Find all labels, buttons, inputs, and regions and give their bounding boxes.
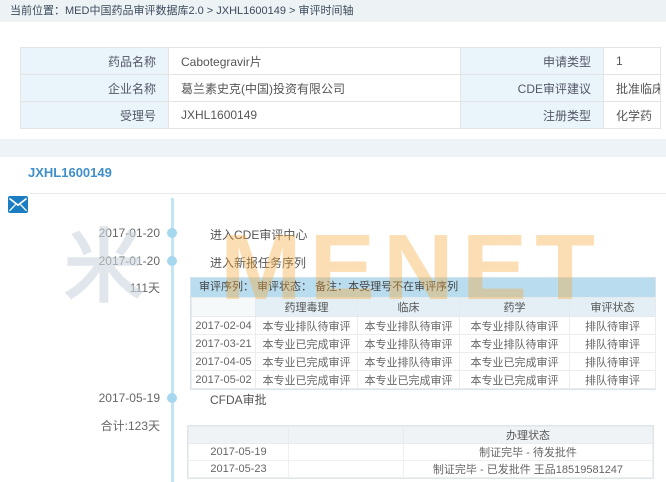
application-type-value: 1 — [604, 48, 661, 75]
review-cell: 本专业排队待审评 — [358, 335, 460, 353]
review-sequence-panel: 审评序列： 审评状态： 备注：本受理号不在审评序列 药理毒理 临床 药学 审评状… — [190, 277, 656, 390]
timeline-line — [171, 198, 174, 482]
review-status: 排队待审评 — [570, 353, 656, 371]
approval-date: 2017-05-19 — [189, 444, 289, 461]
duration-days: 111天 — [0, 279, 160, 296]
review-date: 2017-03-21 — [192, 335, 256, 353]
review-cell: 本专业已完成审评 — [358, 371, 460, 389]
approval-status-panel: 办理状态 2017-05-19 制证完毕 - 待发批件 2017-05-23 制… — [187, 425, 654, 479]
table-row: 2017-05-23 制证完毕 - 已发批件 王品18519581247 — [189, 461, 653, 478]
total-days: 合计:123天 — [0, 417, 160, 434]
review-table: 药理毒理 临床 药学 审评状态 2017-02-04 本专业排队待审评 本专业排… — [191, 297, 656, 389]
review-status: 排队待审评 — [570, 317, 656, 335]
breadcrumb[interactable]: 当前位置：MED中国药品审评数据库2.0 > JXHL1600149 > 审评时… — [0, 0, 666, 22]
review-cell: 本专业已完成审评 — [460, 353, 570, 371]
approval-status: 制证完毕 - 已发批件 王品18519581247 — [404, 461, 653, 478]
timeline-dot — [167, 228, 177, 238]
column-header: 审评状态 — [570, 298, 656, 317]
table-row: 药品名称 Cabotegravir片 申请类型 1 — [21, 48, 661, 75]
review-cell: 本专业已完成审评 — [256, 335, 358, 353]
field-label: 受理号 — [21, 102, 169, 129]
field-label: 申请类型 — [461, 48, 604, 75]
timeline-dot — [167, 393, 177, 403]
review-date: 2017-04-05 — [192, 353, 256, 371]
timeline-event-label: CFDA审批 — [210, 391, 267, 408]
acceptance-number-value: JXHL1600149 — [169, 102, 461, 129]
table-header-row: 办理状态 — [189, 427, 653, 444]
approval-date: 2017-05-23 — [189, 461, 289, 478]
field-label: 企业名称 — [21, 75, 169, 102]
timeline-event-label: 进入CDE审评中心 — [210, 226, 307, 243]
field-label: 药品名称 — [21, 48, 169, 75]
approval-status: 制证完毕 - 待发批件 — [404, 444, 653, 461]
field-label: 注册类型 — [461, 102, 604, 129]
table-row: 2017-04-05 本专业已完成审评 本专业排队待审评 本专业已完成审评 排队… — [192, 353, 656, 371]
review-cell: 本专业排队待审评 — [460, 335, 570, 353]
company-name-value: 葛兰素史克(中国)投资有限公司 — [169, 75, 461, 102]
review-cell: 本专业已完成审评 — [256, 353, 358, 371]
table-row: 2017-05-02 本专业已完成审评 本专业已完成审评 本专业已完成审评 排队… — [192, 371, 656, 389]
review-date: 2017-05-02 — [192, 371, 256, 389]
acceptance-number-title: JXHL1600149 — [28, 165, 112, 180]
section-divider-band — [0, 139, 666, 157]
review-status-bar: 审评序列： 审评状态： 备注：本受理号不在审评序列 — [191, 278, 655, 297]
review-cell: 本专业已完成审评 — [256, 371, 358, 389]
approval-cell — [289, 461, 404, 478]
review-cell: 本专业排队待审评 — [256, 317, 358, 335]
column-header — [289, 427, 404, 444]
approval-cell — [289, 444, 404, 461]
column-header — [192, 298, 256, 317]
review-cell: 本专业排队待审评 — [358, 317, 460, 335]
column-header: 临床 — [358, 298, 460, 317]
table-row: 2017-05-19 制证完毕 - 待发批件 — [189, 444, 653, 461]
cde-suggestion-value: 批准临床 — [604, 75, 661, 102]
drug-info-table: 药品名称 Cabotegravir片 申请类型 1 企业名称 葛兰素史克(中国)… — [20, 47, 661, 129]
divider — [30, 193, 666, 194]
envelope-icon[interactable] — [8, 196, 28, 213]
review-cell: 本专业已完成审评 — [460, 371, 570, 389]
review-cell: 本专业排队待审评 — [358, 353, 460, 371]
approval-table: 办理状态 2017-05-19 制证完毕 - 待发批件 2017-05-23 制… — [188, 426, 653, 478]
timeline-date: 2017-05-19 — [0, 391, 160, 405]
timeline-date: 2017-01-20 — [0, 254, 160, 268]
column-header: 办理状态 — [404, 427, 653, 444]
field-label: CDE审评建议 — [461, 75, 604, 102]
review-status: 排队待审评 — [570, 335, 656, 353]
column-header: 药理毒理 — [256, 298, 358, 317]
review-status: 排队待审评 — [570, 371, 656, 389]
table-row: 企业名称 葛兰素史克(中国)投资有限公司 CDE审评建议 批准临床 — [21, 75, 661, 102]
drug-name-value: Cabotegravir片 — [169, 48, 461, 75]
table-header-row: 药理毒理 临床 药学 审评状态 — [192, 298, 656, 317]
timeline-date: 2017-01-20 — [0, 226, 160, 240]
table-row: 受理号 JXHL1600149 注册类型 化学药 — [21, 102, 661, 129]
review-date: 2017-02-04 — [192, 317, 256, 335]
timeline-dot — [167, 256, 177, 266]
column-header: 药学 — [460, 298, 570, 317]
menet-star-watermark: 米 — [64, 228, 144, 308]
table-row: 2017-02-04 本专业排队待审评 本专业排队待审评 本专业排队待审评 排队… — [192, 317, 656, 335]
review-cell: 本专业排队待审评 — [460, 317, 570, 335]
timeline-event-label: 进入新报任务序列 — [210, 254, 306, 271]
column-header — [189, 427, 289, 444]
table-row: 2017-03-21 本专业已完成审评 本专业排队待审评 本专业排队待审评 排队… — [192, 335, 656, 353]
registration-type-value: 化学药 — [604, 102, 661, 129]
